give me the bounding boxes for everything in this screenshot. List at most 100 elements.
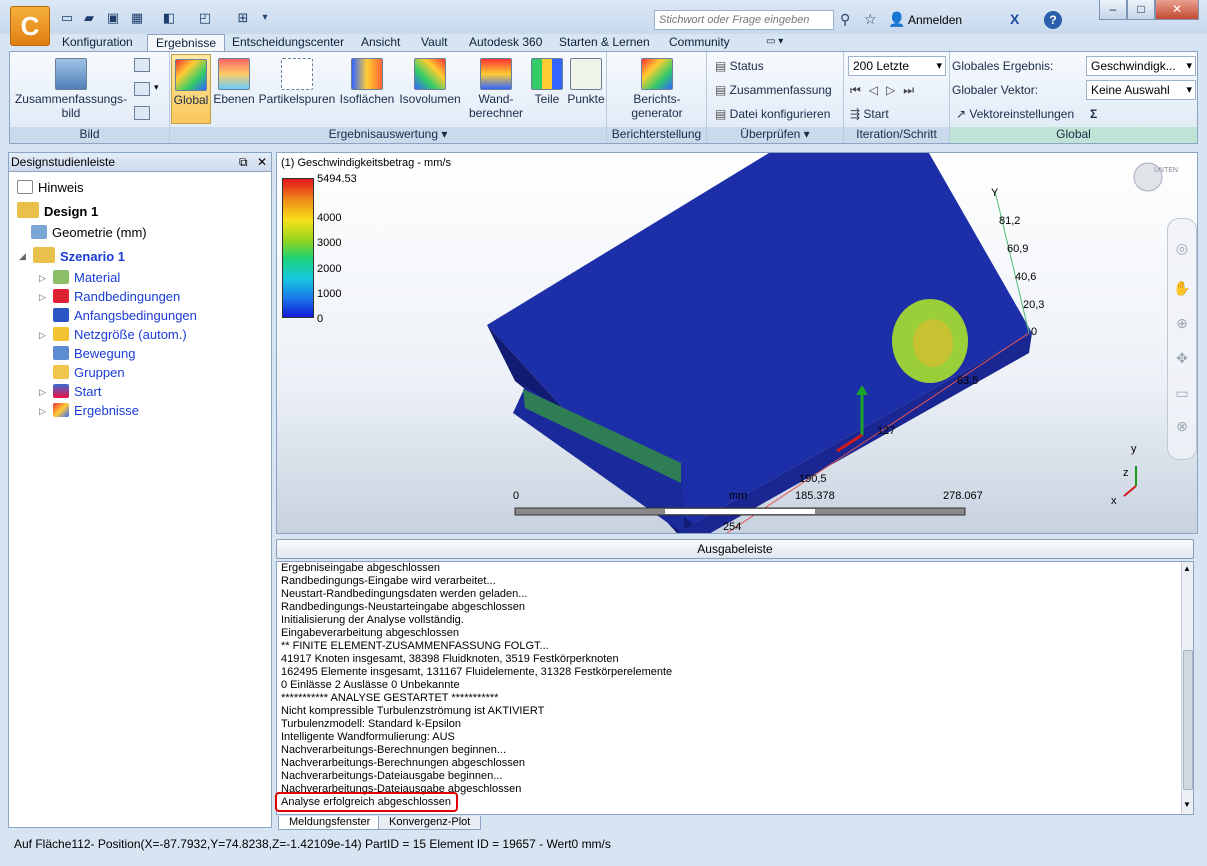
report-generator-label: Berichts-generator bbox=[631, 92, 683, 120]
maximize-button[interactable]: □ bbox=[1127, 0, 1155, 20]
scroll-thumb[interactable] bbox=[1183, 650, 1193, 790]
tree-item-randbedingungen[interactable]: Randbedingungen bbox=[53, 288, 180, 306]
global-result-select[interactable]: Geschwindigk... bbox=[1086, 56, 1196, 76]
partikelspuren-button[interactable]: Partikelspuren bbox=[257, 54, 337, 124]
tree-item-gruppen[interactable]: Gruppen bbox=[53, 364, 125, 382]
output-scrollbar[interactable]: ▲ ▼ bbox=[1181, 562, 1193, 814]
global-vector-select[interactable]: Keine Auswahl bbox=[1086, 80, 1196, 100]
report-icon[interactable]: ⊞ bbox=[234, 10, 252, 26]
punkte-button[interactable]: Punkte bbox=[567, 54, 605, 124]
tree-item-anfangsbedingungen[interactable]: Anfangsbedingungen bbox=[53, 307, 197, 325]
binoculars-icon[interactable]: ⚲ bbox=[840, 11, 850, 28]
scale-label-unit: mm bbox=[729, 490, 748, 502]
sum-icon[interactable]: Σ bbox=[1090, 104, 1097, 124]
vector-settings-button[interactable]: ↗ Vektoreinstellungen bbox=[956, 104, 1074, 124]
pan-hand-icon[interactable]: ✋ bbox=[1171, 279, 1193, 297]
expand-start-icon[interactable]: ▷ bbox=[39, 387, 46, 398]
axis-tick-0: 0 bbox=[1031, 326, 1038, 338]
triad-label-y: y bbox=[1131, 443, 1137, 455]
tab-entscheidungscenter[interactable]: Entscheidungscenter bbox=[224, 34, 352, 52]
log-line: 0 Einlässe 2 Auslässe 0 Unbekannte bbox=[281, 679, 460, 691]
isoflaechen-button[interactable]: Isoflächen bbox=[339, 54, 395, 124]
expand-mesh-icon[interactable]: ▷ bbox=[39, 330, 46, 341]
save-icon[interactable]: ▣ bbox=[104, 10, 122, 26]
group-label-ergebnisauswertung[interactable]: Ergebnisauswertung ▾ bbox=[170, 127, 606, 143]
sign-in-link[interactable]: Anmelden bbox=[908, 13, 962, 27]
tree-item-material[interactable]: Material bbox=[53, 269, 120, 287]
exchange-icon[interactable]: X bbox=[1010, 11, 1019, 27]
collapse-scenario-icon[interactable]: ◢ bbox=[19, 251, 26, 262]
tab-vault[interactable]: Vault bbox=[413, 34, 455, 52]
iteration-start-button[interactable]: ⇶ Start bbox=[850, 104, 889, 124]
zusammenfassung-button[interactable]: ▤ Zusammenfassung bbox=[715, 80, 832, 100]
open-folder-icon[interactable]: ▰ bbox=[80, 10, 98, 26]
output-bar-header[interactable]: Ausgabeleiste bbox=[276, 539, 1194, 559]
status-button[interactable]: ▤ Status bbox=[715, 56, 764, 76]
close-panel-icon[interactable]: ✕ bbox=[257, 153, 267, 171]
tab-ansicht[interactable]: Ansicht bbox=[353, 34, 408, 52]
tree-item-hinweis[interactable]: Hinweis bbox=[17, 179, 84, 197]
minimize-button[interactable]: – bbox=[1099, 0, 1127, 20]
ribbon-minimize-icon[interactable]: ▭ ▾ bbox=[758, 34, 791, 52]
report-generator-button[interactable]: Berichts-generator bbox=[617, 54, 697, 124]
global-button[interactable]: Global bbox=[171, 54, 211, 124]
image-small-icon-2[interactable] bbox=[134, 82, 150, 96]
log-line: Eingabeverarbeitung abgeschlossen bbox=[281, 627, 459, 639]
tree-label: Geometrie (mm) bbox=[52, 225, 147, 240]
clone-icon[interactable]: ◰ bbox=[196, 10, 214, 26]
tree-item-bewegung[interactable]: Bewegung bbox=[53, 345, 135, 363]
tree-item-design-1[interactable]: Design 1 bbox=[17, 202, 98, 220]
float-panel-icon[interactable]: ⧉ bbox=[239, 153, 248, 171]
tab-starten-lernen[interactable]: Starten & Lernen bbox=[551, 34, 658, 52]
teile-button[interactable]: Teile bbox=[529, 54, 565, 124]
tree-item-start[interactable]: Start bbox=[53, 383, 101, 401]
group-label-ueberpruefen[interactable]: Überprüfen ▾ bbox=[707, 127, 843, 143]
image-dropdown-icon[interactable]: ▾ bbox=[154, 82, 159, 93]
configure-file-button[interactable]: ▤ Datei konfigurieren bbox=[715, 104, 830, 124]
tree-item-netzgroesse[interactable]: Netzgröße (autom.) bbox=[53, 326, 187, 344]
isovolumen-button[interactable]: Isovolumen bbox=[397, 54, 463, 124]
step-navigation-icons[interactable]: ⏮◁▷⏭ bbox=[850, 80, 922, 100]
tab-konfiguration[interactable]: Konfiguration bbox=[54, 34, 141, 52]
navigation-close-icon[interactable]: ⊗ bbox=[1171, 417, 1193, 435]
iteration-select[interactable]: 200 Letzte bbox=[848, 56, 946, 76]
zoom-icon[interactable]: ⊕ bbox=[1171, 314, 1193, 332]
summary-image-button[interactable]: Zusammenfassungs-bild bbox=[12, 54, 130, 124]
new-file-icon[interactable]: ▭ bbox=[58, 10, 76, 26]
help-icon[interactable]: ? bbox=[1044, 11, 1062, 29]
output-log[interactable]: Ergebniseingabe abgeschlossen Randbeding… bbox=[276, 561, 1194, 815]
look-at-icon[interactable]: ▭ bbox=[1171, 384, 1193, 402]
graphics-viewport[interactable]: (1) Geschwindigkeitsbetrag - mm/s 5494.5… bbox=[276, 152, 1198, 534]
qat-dropdown-icon[interactable]: ▾ bbox=[256, 10, 274, 26]
image-small-icon-1[interactable] bbox=[134, 58, 150, 72]
design-study-icon[interactable]: ◧ bbox=[160, 10, 178, 26]
tab-meldungsfenster[interactable]: Meldungsfenster bbox=[278, 816, 382, 830]
tree-label: Szenario 1 bbox=[60, 249, 126, 264]
save-all-icon[interactable]: ▦ bbox=[128, 10, 146, 26]
scale-label-0: 0 bbox=[513, 490, 520, 502]
tab-konvergenz-plot[interactable]: Konvergenz-Plot bbox=[378, 816, 482, 830]
expand-material-icon[interactable]: ▷ bbox=[39, 273, 46, 284]
favorites-star-icon[interactable]: ☆ bbox=[864, 11, 877, 28]
steering-wheel-icon[interactable]: ◎ bbox=[1171, 239, 1193, 257]
tree-item-szenario-1[interactable]: Szenario 1 bbox=[33, 247, 125, 265]
expand-boundary-icon[interactable]: ▷ bbox=[39, 292, 46, 303]
application-menu-button[interactable]: C bbox=[10, 6, 50, 46]
teile-label: Teile bbox=[534, 92, 560, 106]
search-input[interactable]: Stichwort oder Frage eingeben bbox=[654, 10, 834, 30]
axis-tick-60-9: 60,9 bbox=[1007, 243, 1029, 255]
tab-community[interactable]: Community bbox=[661, 34, 738, 52]
tab-ergebnisse[interactable]: Ergebnisse bbox=[147, 34, 226, 52]
scroll-down-icon[interactable]: ▼ bbox=[1183, 800, 1191, 809]
expand-results-icon[interactable]: ▷ bbox=[39, 406, 46, 417]
ebenen-button[interactable]: Ebenen bbox=[213, 54, 255, 124]
close-window-button[interactable]: ✕ bbox=[1155, 0, 1199, 20]
wandberechner-button[interactable]: Wand-berechner bbox=[465, 54, 527, 124]
orbit-icon[interactable]: ✥ bbox=[1171, 349, 1193, 367]
tree-item-ergebnisse[interactable]: Ergebnisse bbox=[53, 402, 139, 420]
image-small-icon-3[interactable] bbox=[134, 106, 150, 120]
scroll-up-icon[interactable]: ▲ bbox=[1183, 564, 1191, 573]
tree-item-geometrie[interactable]: Geometrie (mm) bbox=[31, 224, 147, 242]
tab-autodesk-360[interactable]: Autodesk 360 bbox=[461, 34, 550, 52]
geometry-icon bbox=[31, 225, 47, 239]
